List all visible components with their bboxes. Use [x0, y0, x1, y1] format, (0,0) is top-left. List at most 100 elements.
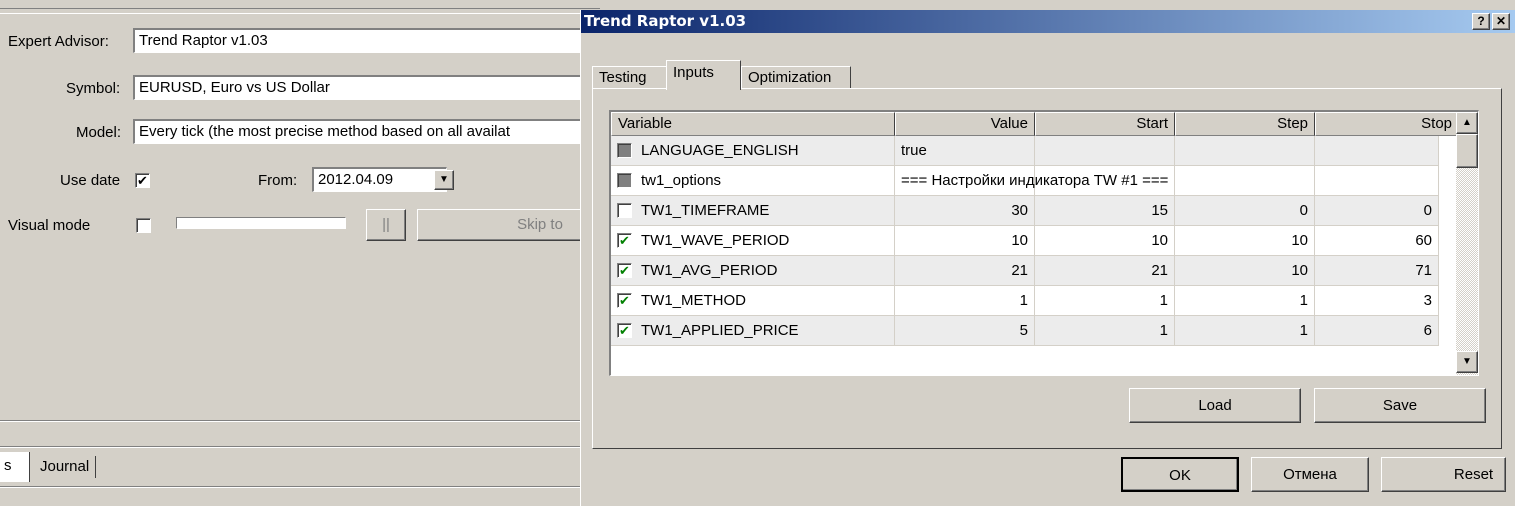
load-button[interactable]: Load — [1129, 388, 1301, 423]
table-row[interactable]: LANGUAGE_ENGLISH true — [611, 136, 1439, 166]
from-date-value: 2012.04.09 — [318, 171, 394, 188]
column-stop[interactable]: Stop — [1315, 112, 1459, 136]
use-date-checkbox[interactable]: ✔ — [135, 173, 150, 188]
check-icon: ✔ — [619, 263, 630, 278]
column-value[interactable]: Value — [895, 112, 1035, 136]
inputs-grid: Variable Value Start Step Stop LANGUAGE_… — [609, 110, 1479, 376]
start-cell[interactable]: 10 — [1035, 226, 1175, 256]
start-cell[interactable]: 15 — [1035, 196, 1175, 226]
symbol-field[interactable]: EURUSD, Euro vs US Dollar — [133, 75, 603, 100]
start-cell[interactable]: 1 — [1035, 286, 1175, 316]
stop-cell[interactable]: 60 — [1315, 226, 1439, 256]
variable-cell: ✔ TW1_AVG_PERIOD — [611, 256, 895, 286]
check-icon: ✔ — [619, 233, 630, 248]
grid-scrollbar[interactable]: ▲ ▼ — [1456, 112, 1478, 375]
step-cell[interactable] — [1175, 136, 1315, 166]
save-button[interactable]: Save — [1314, 388, 1486, 423]
step-cell[interactable]: 1 — [1175, 316, 1315, 346]
cancel-button[interactable]: Отмена — [1251, 457, 1369, 492]
value-cell[interactable]: 10 — [895, 226, 1035, 256]
variable-cell: tw1_options — [611, 166, 895, 196]
start-cell[interactable] — [1035, 136, 1175, 166]
variable-name: TW1_AVG_PERIOD — [641, 262, 778, 279]
step-cell[interactable]: 0 — [1175, 196, 1315, 226]
check-icon: ✔ — [137, 173, 148, 188]
step-cell[interactable] — [1175, 166, 1315, 196]
table-row[interactable]: ✔ TW1_WAVE_PERIOD 10 10 10 60 — [611, 226, 1439, 256]
optimize-checkbox[interactable]: ✔ — [617, 233, 632, 248]
step-cell[interactable]: 1 — [1175, 286, 1315, 316]
variable-cell: TW1_TIMEFRAME — [611, 196, 895, 226]
start-cell[interactable]: 21 — [1035, 256, 1175, 286]
variable-cell: ✔ TW1_APPLIED_PRICE — [611, 316, 895, 346]
optimize-checkbox[interactable] — [617, 173, 632, 188]
value-cell[interactable]: 30 — [895, 196, 1035, 226]
stop-cell[interactable]: 6 — [1315, 316, 1439, 346]
tab-optimization[interactable]: Optimization — [741, 66, 851, 89]
from-date-dropdown[interactable]: ▼ — [434, 170, 454, 190]
expert-advisor-label: Expert Advisor: — [8, 33, 109, 50]
stop-cell[interactable]: 71 — [1315, 256, 1439, 286]
table-row[interactable]: ✔ TW1_APPLIED_PRICE 5 1 1 6 — [611, 316, 1439, 346]
arrow-up-icon[interactable]: ▲ — [1456, 112, 1478, 134]
skip-to-label: Skip to — [517, 216, 563, 233]
optimize-checkbox[interactable]: ✔ — [617, 293, 632, 308]
stop-cell[interactable] — [1315, 136, 1439, 166]
column-step[interactable]: Step — [1175, 112, 1315, 136]
scrollbar-thumb[interactable] — [1456, 134, 1478, 168]
pause-button[interactable]: || — [366, 209, 406, 241]
start-cell[interactable] — [1035, 166, 1175, 196]
symbol-label: Symbol: — [66, 80, 121, 97]
top-divider — [0, 8, 600, 14]
visual-mode-label: Visual mode — [8, 217, 91, 234]
skip-to-button[interactable]: Skip to — [417, 209, 607, 241]
column-start[interactable]: Start — [1035, 112, 1175, 136]
visual-mode-checkbox[interactable] — [136, 218, 151, 233]
expert-properties-dialog: Trend Raptor v1.03 ? ✕ Testing Inputs Op… — [580, 10, 1515, 506]
help-button[interactable]: ? — [1472, 13, 1490, 30]
variable-cell: LANGUAGE_ENGLISH — [611, 136, 895, 166]
model-label: Model: — [76, 124, 122, 141]
reset-button[interactable]: Reset — [1381, 457, 1506, 492]
variable-name: TW1_TIMEFRAME — [641, 202, 770, 219]
close-button[interactable]: ✕ — [1492, 13, 1510, 30]
reset-label: Reset — [1453, 466, 1494, 483]
ok-button[interactable]: OK — [1121, 457, 1239, 492]
stop-cell[interactable]: 3 — [1315, 286, 1439, 316]
bottom-tab-strip: s Journal — [0, 452, 600, 482]
start-cell[interactable]: 1 — [1035, 316, 1175, 346]
tab-journal[interactable]: Journal — [32, 456, 97, 478]
tab-results[interactable]: s — [0, 452, 30, 482]
table-row[interactable]: ✔ TW1_AVG_PERIOD 21 21 10 71 — [611, 256, 1439, 286]
table-row[interactable]: ✔ TW1_METHOD 1 1 1 3 — [611, 286, 1439, 316]
visual-speed-slider[interactable] — [176, 217, 346, 229]
tab-inputs[interactable]: Inputs — [666, 60, 741, 90]
column-variable[interactable]: Variable — [611, 112, 895, 136]
table-row[interactable]: tw1_options === Настройки индикатора TW #… — [611, 166, 1439, 196]
expert-advisor-field[interactable]: Trend Raptor v1.03 — [133, 28, 603, 53]
check-icon: ✔ — [619, 323, 630, 338]
step-cell[interactable]: 10 — [1175, 226, 1315, 256]
value-cell[interactable]: true — [895, 136, 1035, 166]
arrow-down-icon[interactable]: ▼ — [1456, 351, 1478, 373]
tab-testing[interactable]: Testing — [592, 66, 667, 89]
optimize-checkbox[interactable]: ✔ — [617, 323, 632, 338]
from-date-field[interactable]: 2012.04.09 — [312, 167, 447, 192]
variable-name: tw1_options — [641, 172, 722, 189]
divider — [0, 486, 600, 488]
variable-name: LANGUAGE_ENGLISH — [641, 142, 799, 159]
value-cell[interactable]: 21 — [895, 256, 1035, 286]
use-date-label: Use date — [60, 172, 121, 189]
table-row[interactable]: TW1_TIMEFRAME 30 15 0 0 — [611, 196, 1439, 226]
value-cell[interactable]: 5 — [895, 316, 1035, 346]
optimize-checkbox[interactable]: ✔ — [617, 263, 632, 278]
value-cell[interactable]: === Настройки индикатора TW #1 === — [895, 166, 1168, 196]
stop-cell[interactable] — [1315, 166, 1439, 196]
step-cell[interactable]: 10 — [1175, 256, 1315, 286]
stop-cell[interactable]: 0 — [1315, 196, 1439, 226]
dialog-titlebar[interactable]: Trend Raptor v1.03 ? ✕ — [581, 10, 1515, 33]
optimize-checkbox[interactable] — [617, 203, 632, 218]
value-cell[interactable]: 1 — [895, 286, 1035, 316]
model-field[interactable]: Every tick (the most precise method base… — [133, 119, 603, 144]
optimize-checkbox[interactable] — [617, 143, 632, 158]
